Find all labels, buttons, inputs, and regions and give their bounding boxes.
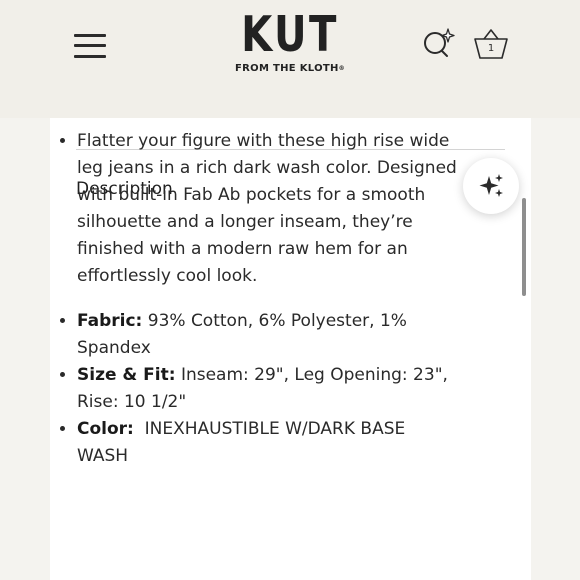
logo-tagline-text: FROM THE KLOTH	[235, 63, 339, 74]
site-header: KUT FROM THE KLOTH® 1	[0, 0, 580, 118]
cart-count-badge: 1	[487, 43, 495, 54]
spec-size-fit: Size & Fit: Inseam: 29", Leg Opening: 23…	[77, 362, 457, 416]
registered-mark: ®	[338, 65, 345, 72]
menu-icon-bar	[74, 44, 106, 47]
spec-label: Color:	[77, 419, 134, 439]
description-intro: Flatter your figure with these high rise…	[77, 128, 457, 290]
ai-assistant-button[interactable]	[463, 158, 519, 214]
logo-tagline: FROM THE KLOTH®	[226, 63, 354, 75]
spec-label: Fabric:	[77, 311, 143, 331]
sparkles-icon	[479, 174, 503, 197]
search-button[interactable]	[420, 26, 458, 62]
logo-wordmark: KUT	[241, 6, 339, 63]
cart-button[interactable]: 1	[472, 26, 510, 62]
menu-button[interactable]	[74, 32, 106, 60]
spec-fabric: Fabric: 93% Cotton, 6% Polyester, 1% Spa…	[77, 308, 457, 362]
spec-label: Size & Fit:	[77, 365, 176, 385]
search-sparkle-icon	[424, 28, 455, 57]
menu-icon-bar	[74, 55, 106, 58]
spec-color: Color: INEXHAUSTIBLE W/DARK BASE WASH	[77, 416, 457, 470]
scrollbar-thumb[interactable]	[522, 198, 526, 296]
menu-icon-bar	[74, 34, 106, 37]
description-list: Flatter your figure with these high rise…	[77, 128, 457, 470]
brand-logo[interactable]: KUT FROM THE KLOTH®	[226, 10, 354, 80]
